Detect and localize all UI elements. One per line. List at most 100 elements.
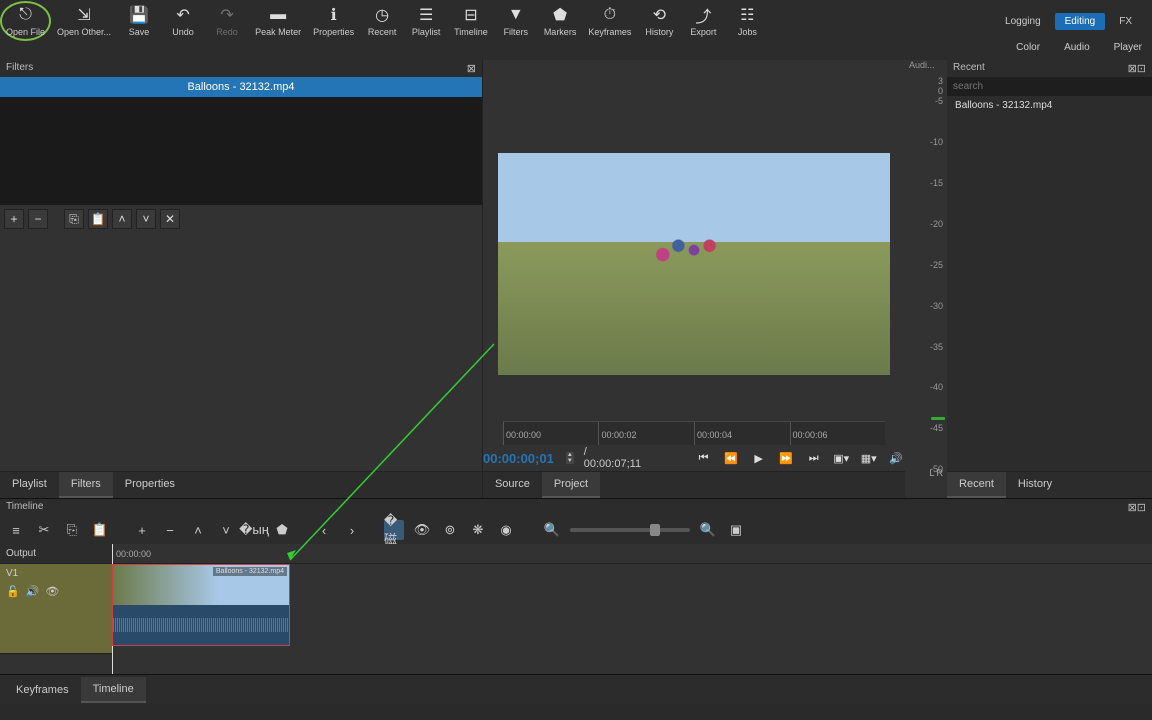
tab-properties[interactable]: Properties (113, 472, 187, 498)
sub-tab-player[interactable]: Player (1114, 42, 1142, 60)
redo-icon: ↷ (220, 5, 233, 25)
add-filter-button[interactable]: + (4, 209, 24, 229)
recent-close-icon[interactable]: ⊠⊡ (1128, 62, 1146, 75)
skip-prev-button[interactable]: ⏮ (695, 449, 713, 467)
peak-meter-button[interactable]: ▬ Peak Meter (249, 1, 307, 41)
skip-next-button[interactable]: ⏭ (805, 449, 823, 467)
copy-filter-button[interactable]: ⎘ (64, 209, 84, 229)
open-file-button[interactable]: ⎋ Open File (0, 1, 51, 41)
tl-copy-button[interactable]: ⎘ (62, 520, 82, 540)
db-20: -20 (930, 219, 943, 229)
recent-item-0[interactable]: Balloons - 32132.mp4 (947, 96, 1152, 115)
recent-label: Recent (368, 27, 397, 37)
sub-tab-audio[interactable]: Audio (1064, 42, 1090, 60)
keyframes-button[interactable]: ⏱ Keyframes (582, 1, 637, 41)
paste-filter-button[interactable]: 📋 (88, 209, 108, 229)
tab-timeline-bottom[interactable]: Timeline (81, 677, 146, 703)
audio-meter-title: Audi... (909, 60, 935, 70)
tab-history[interactable]: History (1006, 472, 1064, 498)
timeline-close-icon[interactable]: ⊠⊡ (1128, 501, 1146, 514)
timeline-button[interactable]: ⊟ Timeline (448, 1, 494, 41)
filters-button[interactable]: ▼ Filters (494, 1, 538, 41)
tab-source[interactable]: Source (483, 472, 542, 498)
audio-meter: Audi... 30 -5 -10 -15 -20 -25 -30 -35 -4… (905, 60, 947, 498)
tl-snap-button[interactable]: �磁 (384, 520, 404, 540)
export-button[interactable]: ⤴ Export (681, 1, 725, 41)
timecode-spinner[interactable]: ▲▼ (566, 452, 574, 464)
tl-cut-button[interactable]: ✂ (34, 520, 54, 540)
move-filter-down-button[interactable]: ˅ (136, 209, 156, 229)
recent-search-input[interactable] (947, 77, 1152, 96)
recent-button[interactable]: ◷ Recent (360, 1, 404, 41)
tab-editing[interactable]: Editing (1055, 13, 1106, 30)
markers-button[interactable]: ⬟ Markers (538, 1, 583, 41)
tl-marker-button[interactable]: ⬟ (272, 520, 292, 540)
save-button[interactable]: 💾 Save (117, 1, 161, 41)
filters-panel-title: Filters (6, 62, 33, 75)
sub-tab-color[interactable]: Color (1016, 42, 1040, 60)
tab-project[interactable]: Project (542, 472, 600, 498)
move-filter-up-button[interactable]: ˄ (112, 209, 132, 229)
volume-button[interactable]: 🔊 (887, 449, 905, 467)
tl-ripple-button[interactable]: ⊚ (440, 520, 460, 540)
grid-button[interactable]: ▦▾ (860, 449, 878, 467)
recent-panel: Recent ⊠⊡ Balloons - 32132.mp4 Recent Hi… (947, 60, 1152, 498)
db-10: -10 (930, 137, 943, 147)
filters-close-icon[interactable]: ⊠ (467, 62, 476, 75)
deselect-filter-button[interactable]: ✕ (160, 209, 180, 229)
tl-split-button[interactable]: �ың (244, 520, 264, 540)
tl-prev-marker-button[interactable]: ‹ (314, 520, 334, 540)
tl-ripple-all-button[interactable]: ❋ (468, 520, 488, 540)
playlist-button[interactable]: ☰ Playlist (404, 1, 448, 41)
fast-forward-button[interactable]: ⏩ (777, 449, 795, 467)
tl-lift-button[interactable]: ˄ (188, 520, 208, 540)
preview-time-ruler[interactable]: 00:00:00 00:00:02 00:00:04 00:00:06 (503, 421, 885, 445)
preview-panel: 00:00:00 00:00:02 00:00:04 00:00:06 00:0… (483, 60, 905, 498)
tab-recent[interactable]: Recent (947, 472, 1006, 498)
track-lock-icon[interactable]: 🔓 (6, 585, 20, 598)
tl-zoom-in-button[interactable]: 🔍 (698, 520, 718, 540)
undo-label: Undo (172, 27, 194, 37)
tl-zoom-slider[interactable] (570, 528, 690, 532)
timeline-ruler[interactable]: 00:00:00 (112, 544, 1152, 564)
track-mute-icon[interactable]: 🔊 (26, 585, 40, 598)
redo-button[interactable]: ↷ Redo (205, 1, 249, 41)
output-track-header[interactable]: Output (0, 544, 112, 564)
meter-val-0: 0 (938, 86, 943, 96)
tl-zoom-out-button[interactable]: 🔍 (542, 520, 562, 540)
rewind-button[interactable]: ⏪ (722, 449, 740, 467)
v1-track-header[interactable]: V1 🔓 🔊 👁 (0, 564, 112, 654)
tl-remove-button[interactable]: − (160, 520, 180, 540)
current-timecode[interactable]: 00:00:00;01 (483, 451, 554, 466)
tl-append-button[interactable]: + (132, 520, 152, 540)
tab-filters[interactable]: Filters (59, 472, 113, 498)
tl-paste-button[interactable]: 📋 (90, 520, 110, 540)
open-other-icon: ⇲ (77, 5, 90, 25)
db-5: -5 (935, 96, 943, 106)
history-button[interactable]: ⟲ History (637, 1, 681, 41)
properties-button[interactable]: ℹ Properties (307, 1, 360, 41)
tl-scrub-button[interactable]: 👁 (412, 520, 432, 540)
open-other-button[interactable]: ⇲ Open Other... (51, 1, 117, 41)
tl-ripple-markers-button[interactable]: ◉ (496, 520, 516, 540)
timeline-title: Timeline (6, 501, 43, 514)
zoom-fit-button[interactable]: ▣▾ (832, 449, 850, 467)
undo-button[interactable]: ↶ Undo (161, 1, 205, 41)
tab-keyframes-bottom[interactable]: Keyframes (4, 678, 81, 702)
tab-fx[interactable]: FX (1109, 13, 1142, 30)
peak-meter-label: Peak Meter (255, 27, 301, 37)
jobs-button[interactable]: ☷ Jobs (725, 1, 769, 41)
tl-next-marker-button[interactable]: › (342, 520, 362, 540)
tl-overwrite-button[interactable]: ˅ (216, 520, 236, 540)
tab-playlist[interactable]: Playlist (0, 472, 59, 498)
play-button[interactable]: ▶ (750, 449, 768, 467)
remove-filter-button[interactable]: − (28, 209, 48, 229)
track-hide-icon[interactable]: 👁 (45, 585, 59, 598)
tab-logging[interactable]: Logging (995, 13, 1051, 30)
video-preview[interactable] (498, 153, 890, 375)
timeline-track-area[interactable]: 00:00:00 Balloons - 32132.mp4 (112, 544, 1152, 674)
tl-menu-button[interactable]: ≡ (6, 520, 26, 540)
timeline-clip[interactable]: Balloons - 32132.mp4 (112, 564, 290, 646)
history-icon: ⟲ (653, 5, 666, 25)
tl-zoom-fit-button[interactable]: ▣ (726, 520, 746, 540)
